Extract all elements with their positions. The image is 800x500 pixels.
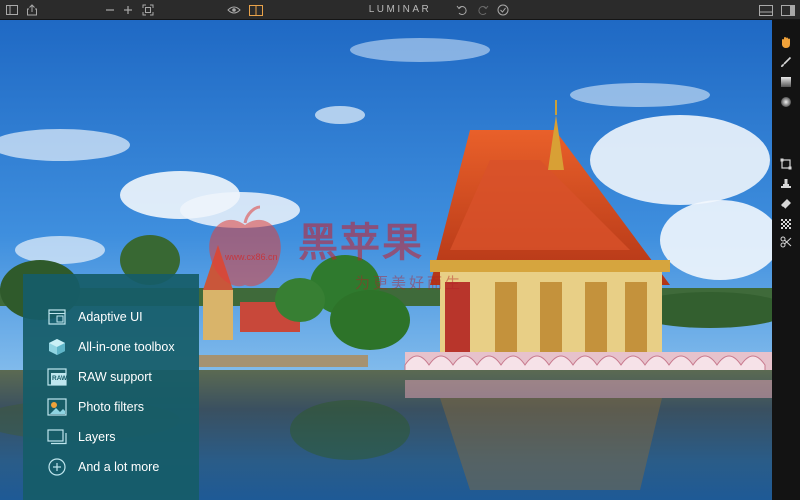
raw-icon: RAW (47, 367, 67, 387)
feature-adaptive-ui: Adaptive UI (47, 306, 143, 328)
redo-icon[interactable] (475, 2, 491, 18)
feature-more: And a lot more (47, 456, 159, 478)
clone-stamp-icon[interactable] (778, 176, 794, 192)
photo-canvas[interactable]: 黑苹果 www.cx86.cn 为更美好而生 Adaptive UI All-i… (0, 20, 772, 500)
toolbox-cube-icon (47, 337, 67, 357)
history-icon[interactable] (495, 2, 511, 18)
panel-toggle-icon[interactable] (780, 2, 796, 18)
watermark-logo (205, 205, 285, 295)
radial-tool-icon[interactable] (778, 94, 794, 110)
photo-filters-icon (47, 397, 67, 417)
fit-screen-icon[interactable] (140, 2, 156, 18)
feature-layers: Layers (47, 426, 116, 448)
zoom-in-icon[interactable] (120, 2, 136, 18)
feature-photo-filters: Photo filters (47, 396, 144, 418)
right-tools-bar (772, 20, 800, 500)
layers-icon (47, 427, 67, 447)
compare-split-icon[interactable] (248, 2, 264, 18)
features-panel: Adaptive UI All-in-one toolbox RAW RAW s… (23, 274, 199, 500)
feature-toolbox: All-in-one toolbox (47, 336, 175, 358)
layout-icon[interactable] (758, 2, 774, 18)
feature-raw: RAW RAW support (47, 366, 152, 388)
hand-tool-icon[interactable] (778, 34, 794, 50)
crop-tool-icon[interactable] (778, 156, 794, 172)
gradient-tool-icon[interactable] (778, 74, 794, 90)
top-toolbar: LUMINAR (0, 0, 800, 20)
adaptive-ui-icon (47, 307, 67, 327)
transform-tool-icon[interactable] (778, 234, 794, 250)
brush-tool-icon[interactable] (778, 54, 794, 70)
plus-circle-icon (47, 457, 67, 477)
zoom-out-icon[interactable] (102, 2, 118, 18)
watermark-url: www.cx86.cn (225, 252, 278, 262)
watermark-brand: 黑苹果 (298, 221, 424, 265)
eraser-icon[interactable] (778, 196, 794, 212)
share-icon[interactable] (24, 2, 40, 18)
preview-eye-icon[interactable] (226, 2, 242, 18)
watermark-slogan: 为更美好而生 (355, 275, 464, 292)
sidebar-toggle-icon[interactable] (4, 2, 20, 18)
undo-icon[interactable] (454, 2, 470, 18)
noise-tool-icon[interactable] (778, 216, 794, 232)
